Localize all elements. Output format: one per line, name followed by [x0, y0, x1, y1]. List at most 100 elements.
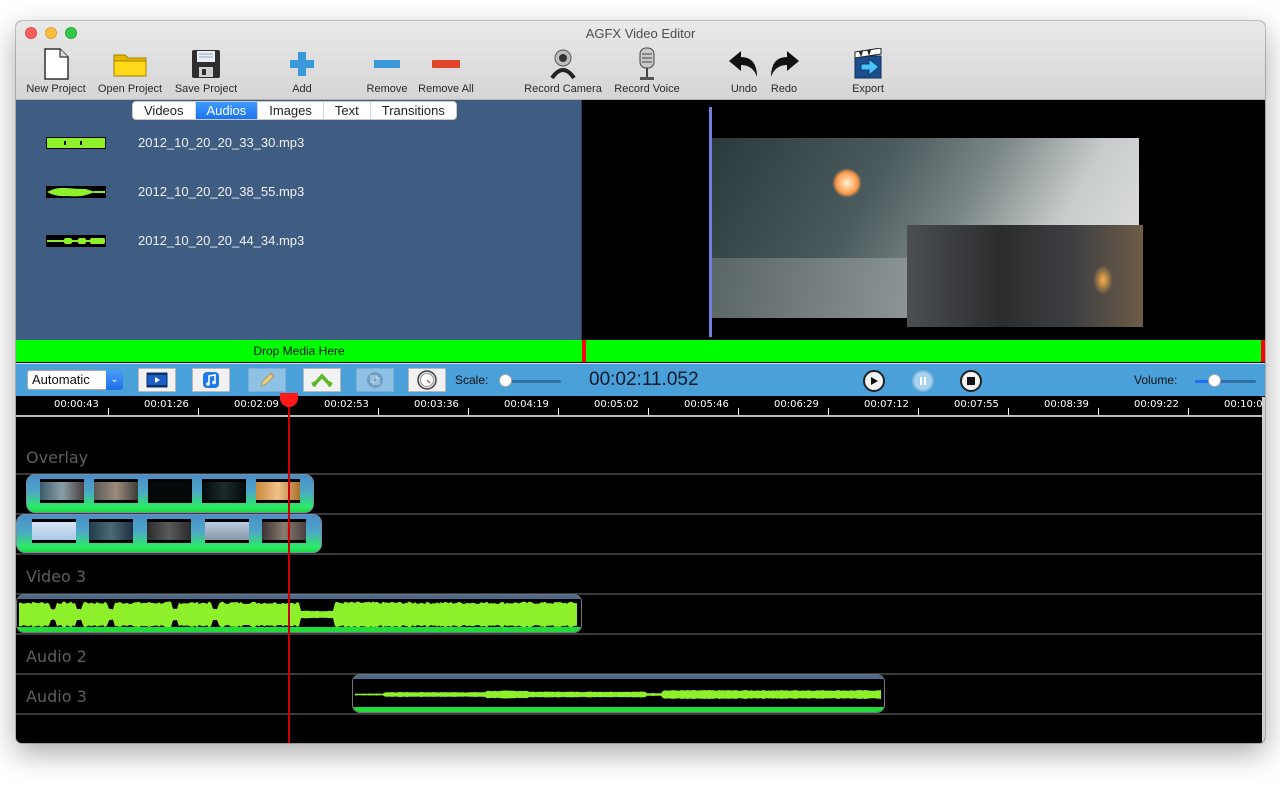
ruler-tick — [468, 408, 469, 415]
volume-label: Volume: — [1134, 373, 1178, 387]
pause-button[interactable] — [912, 370, 934, 392]
speed-button[interactable] — [408, 368, 446, 392]
clip-thumbnail — [256, 478, 300, 503]
add-audio-track-button[interactable] — [192, 368, 230, 392]
ruler-tick — [648, 408, 649, 415]
remove-all-label: Remove All — [418, 83, 474, 95]
plus-icon — [290, 52, 314, 76]
window-title: AGFX Video Editor — [585, 26, 696, 41]
media-file-name: 2012_10_20_20_44_34.mp3 — [138, 233, 305, 248]
webcam-icon — [550, 49, 576, 80]
ruler-tick-label: 00:07:55 — [954, 399, 999, 410]
ruler-tick-label: 00:05:46 — [684, 399, 729, 410]
export-button[interactable]: Export — [844, 47, 892, 97]
media-list-item[interactable]: 2012_10_20_20_44_34.mp3 — [46, 231, 304, 251]
ruler-tick-label: 00:02:53 — [324, 399, 369, 410]
ruler-tick — [558, 408, 559, 415]
stop-button[interactable] — [960, 370, 982, 392]
ruler-tick-label: 00:10:0 — [1224, 399, 1263, 410]
redo-button[interactable]: Redo — [766, 47, 802, 97]
ruler-tick-label: 00:00:43 — [54, 399, 99, 410]
open-project-label: Open Project — [97, 83, 163, 95]
music-note-icon — [203, 372, 219, 388]
play-button[interactable] — [863, 370, 885, 392]
ruler-tick-label: 00:05:02 — [594, 399, 639, 410]
tab-transitions[interactable]: Transitions — [371, 102, 456, 119]
scale-slider-knob[interactable] — [499, 374, 512, 387]
track-label-audio-3: Audio 3 — [26, 687, 87, 706]
timeline-ruler[interactable]: 00:00:43 00:01:26 00:02:09 00:02:53 00:03:36… — [16, 397, 1265, 417]
ruler-tick-label: 00:02:09 — [234, 399, 279, 410]
ruler-tick-label: 00:07:12 — [864, 399, 909, 410]
media-list-item[interactable]: 2012_10_20_20_33_30.mp3 — [46, 133, 304, 153]
remove-button[interactable]: Remove — [364, 47, 410, 97]
new-project-button[interactable]: New Project — [22, 47, 90, 97]
tab-images[interactable]: Images — [258, 102, 324, 119]
ruler-tick — [1008, 408, 1009, 415]
ruler-tick — [918, 408, 919, 415]
ruler-tick — [1188, 408, 1189, 415]
trim-start-handle[interactable] — [582, 340, 586, 362]
mode-select[interactable]: Automatic ⌄ — [27, 370, 123, 390]
title-bar: AGFX Video Editor New Project Open Proje… — [16, 21, 1265, 100]
scale-slider[interactable] — [505, 380, 561, 383]
media-library-panel: Videos Audios Images Text Transitions 20… — [16, 100, 582, 340]
video-clip[interactable] — [16, 514, 322, 553]
record-camera-button[interactable]: Record Camera — [522, 47, 604, 97]
track-label-overlay: Overlay — [26, 448, 89, 467]
new-project-label: New Project — [26, 83, 86, 95]
ruler-tick-label: 00:08:39 — [1044, 399, 1089, 410]
tab-videos[interactable]: Videos — [133, 102, 196, 119]
video-clip[interactable] — [26, 474, 314, 513]
preview-trim-bar[interactable] — [582, 340, 1265, 362]
audio-clip[interactable] — [16, 594, 582, 633]
remove-all-button[interactable]: Remove All — [415, 47, 477, 97]
clock-icon — [417, 370, 437, 390]
remove-label: Remove — [366, 83, 408, 95]
track-divider — [16, 553, 1265, 555]
audio-clip[interactable] — [352, 674, 885, 713]
undo-button[interactable]: Undo — [726, 47, 762, 97]
waveform-shape — [355, 690, 881, 699]
ruler-tick — [108, 408, 109, 415]
add-button[interactable]: Add — [280, 47, 324, 97]
save-project-button[interactable]: Save Project — [170, 47, 242, 97]
ruler-tick-label: 00:01:26 — [144, 399, 189, 410]
track-label-audio-2: Audio 2 — [26, 647, 87, 666]
record-voice-button[interactable]: Record Voice — [610, 47, 684, 97]
playhead[interactable] — [288, 397, 290, 743]
ruler-tick-label: 00:09:22 — [1134, 399, 1179, 410]
clip-thumbnail — [31, 518, 76, 543]
clip-thumbnail — [40, 478, 84, 503]
layers-icon — [367, 372, 383, 388]
export-label: Export — [852, 83, 884, 95]
export-icon — [854, 48, 882, 79]
edit-button[interactable] — [248, 368, 286, 392]
split-button[interactable] — [303, 368, 341, 392]
tab-text[interactable]: Text — [324, 102, 371, 119]
new-document-icon — [44, 48, 69, 80]
tab-audios[interactable]: Audios — [195, 102, 259, 119]
remove-all-icon — [432, 60, 460, 68]
add-video-track-button[interactable] — [138, 368, 176, 392]
open-project-button[interactable]: Open Project — [94, 47, 166, 97]
app-window: AGFX Video Editor New Project Open Proje… — [16, 21, 1265, 743]
clip-thumbnail — [94, 478, 138, 503]
split-arrows-icon — [311, 373, 333, 388]
minus-icon — [374, 60, 400, 68]
preview-overlay-video-frame[interactable] — [907, 225, 1143, 327]
media-list-item[interactable]: 2012_10_20_20_38_55.mp3 — [46, 182, 304, 202]
clip-thumbnail — [262, 518, 307, 543]
video-preview[interactable] — [582, 100, 1265, 340]
trim-end-handle[interactable] — [1261, 340, 1265, 362]
ruler-tick — [378, 408, 379, 415]
undo-icon — [729, 51, 757, 77]
drop-media-zone[interactable]: Drop Media Here — [16, 340, 582, 362]
ruler-tick — [828, 408, 829, 415]
volume-slider-fill — [1195, 380, 1209, 383]
volume-slider-knob[interactable] — [1208, 374, 1221, 387]
microphone-icon — [639, 47, 655, 80]
timeline-scrollbar[interactable] — [1262, 397, 1265, 743]
overlay-button[interactable] — [356, 368, 394, 392]
ruler-tick-label: 00:03:36 — [414, 399, 459, 410]
